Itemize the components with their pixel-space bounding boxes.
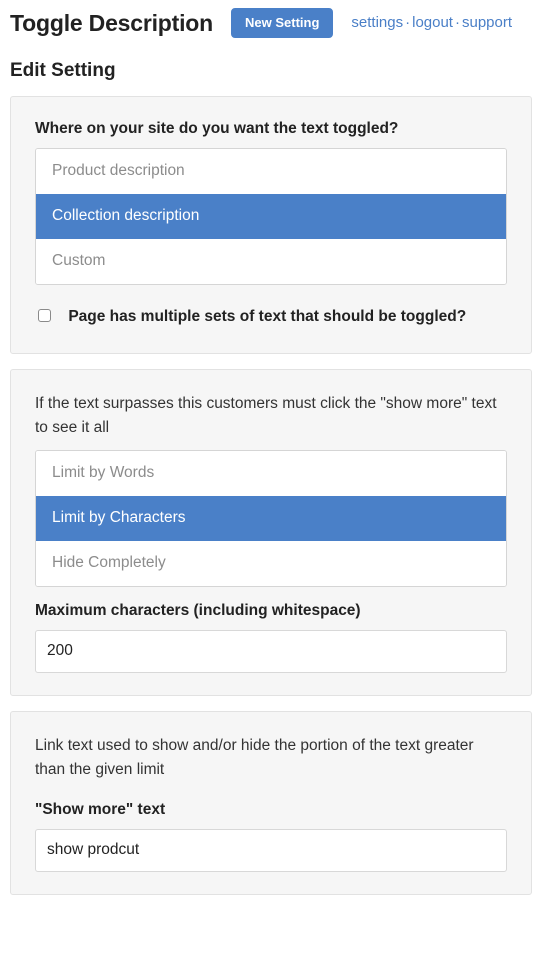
link-logout[interactable]: logout	[412, 14, 453, 31]
toggle-location-listbox[interactable]: Product description Collection descripti…	[35, 148, 507, 285]
show-more-description: Link text used to show and/or hide the p…	[35, 737, 474, 778]
option-collection-description[interactable]: Collection description	[36, 194, 506, 239]
maximum-characters-input[interactable]	[35, 630, 507, 673]
panel-toggle-location: Where on your site do you want the text …	[10, 96, 532, 354]
page-title: Edit Setting	[10, 60, 116, 81]
toggle-location-label: Where on your site do you want the text …	[35, 120, 399, 137]
new-setting-button[interactable]: New Setting	[231, 8, 334, 38]
multiple-sets-checkbox-row[interactable]: Page has multiple sets of text that shou…	[35, 303, 507, 331]
show-more-label: "Show more" text	[35, 801, 166, 818]
option-custom[interactable]: Custom	[36, 239, 506, 284]
app-header: Toggle Description New Setting settings ·…	[10, 0, 532, 42]
limit-mode-listbox[interactable]: Limit by Words Limit by Characters Hide …	[35, 450, 507, 587]
app-title: Toggle Description	[10, 10, 213, 36]
header-links: settings · logout · support	[351, 8, 512, 38]
option-limit-by-characters[interactable]: Limit by Characters	[36, 496, 506, 541]
multiple-sets-checkbox[interactable]	[38, 309, 51, 322]
maximum-characters-label: Maximum characters (including whitespace…	[35, 602, 361, 619]
show-more-input[interactable]	[35, 829, 507, 872]
page-root: Toggle Description New Setting settings ·…	[0, 0, 542, 895]
link-separator-1: ·	[405, 14, 411, 31]
link-separator-2: ·	[454, 14, 460, 31]
option-hide-completely[interactable]: Hide Completely	[36, 541, 506, 586]
multiple-sets-checkbox-label: Page has multiple sets of text that shou…	[68, 308, 467, 325]
option-product-description[interactable]: Product description	[36, 149, 506, 194]
panel-show-more-text: Link text used to show and/or hide the p…	[10, 711, 532, 895]
link-settings[interactable]: settings	[351, 14, 403, 31]
link-support[interactable]: support	[462, 14, 512, 31]
panel-limit-mode: If the text surpasses this customers mus…	[10, 369, 532, 696]
limit-mode-description: If the text surpasses this customers mus…	[35, 395, 497, 436]
option-limit-by-words[interactable]: Limit by Words	[36, 451, 506, 496]
